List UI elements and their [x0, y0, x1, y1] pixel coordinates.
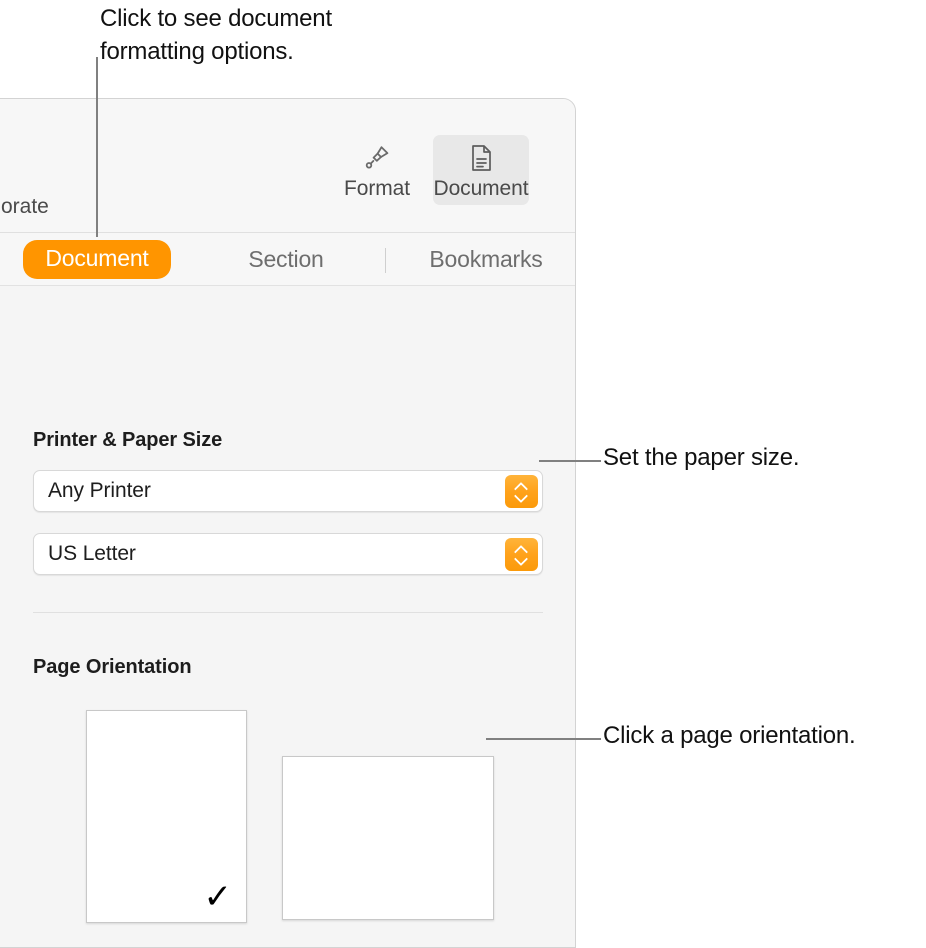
- chevron-down-icon: [515, 493, 528, 500]
- paper-size-select-value: US Letter: [48, 542, 136, 566]
- page-orientation-heading: Page Orientation: [33, 656, 191, 679]
- callout-text-paper-size: Set the paper size.: [603, 441, 799, 474]
- document-page-icon: [467, 141, 495, 175]
- orientation-option-landscape[interactable]: [282, 756, 494, 920]
- section-divider: [33, 612, 543, 613]
- tab-section[interactable]: Section: [221, 246, 351, 273]
- callout-leader-line-orientation: [486, 738, 601, 740]
- chevron-down-icon: [515, 556, 528, 563]
- callout-leader-line-format: [96, 57, 98, 237]
- printer-stepper-icon[interactable]: [505, 475, 538, 508]
- printer-select[interactable]: Any Printer: [33, 470, 543, 512]
- inspector-toolbar: orate Format: [0, 99, 575, 233]
- callout-text-orientation: Click a page orientation.: [603, 719, 856, 752]
- printer-select-value: Any Printer: [48, 479, 151, 503]
- printer-paper-size-heading: Printer & Paper Size: [33, 429, 222, 452]
- tab-separator: [385, 248, 386, 273]
- paper-size-stepper-icon[interactable]: [505, 538, 538, 571]
- callout-text-format: Click to see document formatting options…: [100, 2, 332, 68]
- toolbar-item-collaborate-label: orate: [1, 195, 49, 219]
- inspector-content: Printer & Paper Size Any Printer US Lett…: [0, 286, 575, 947]
- orientation-option-portrait[interactable]: ✓: [86, 710, 247, 923]
- callout-leader-line-paper-size: [539, 460, 601, 462]
- paper-size-select[interactable]: US Letter: [33, 533, 543, 575]
- toolbar-label-document: Document: [434, 177, 529, 201]
- inspector-tab-bar: Document Section Bookmarks: [0, 233, 575, 286]
- toolbar-label-format: Format: [344, 177, 410, 201]
- toolbar-button-document[interactable]: Document: [433, 135, 529, 205]
- toolbar-button-group: Format Document: [329, 135, 529, 205]
- tab-bookmarks[interactable]: Bookmarks: [391, 246, 576, 273]
- document-inspector-panel: orate Format: [0, 98, 576, 948]
- tab-document[interactable]: Document: [23, 240, 171, 279]
- paintbrush-icon: [362, 141, 392, 175]
- checkmark-icon: ✓: [204, 880, 233, 914]
- toolbar-button-format[interactable]: Format: [329, 135, 425, 205]
